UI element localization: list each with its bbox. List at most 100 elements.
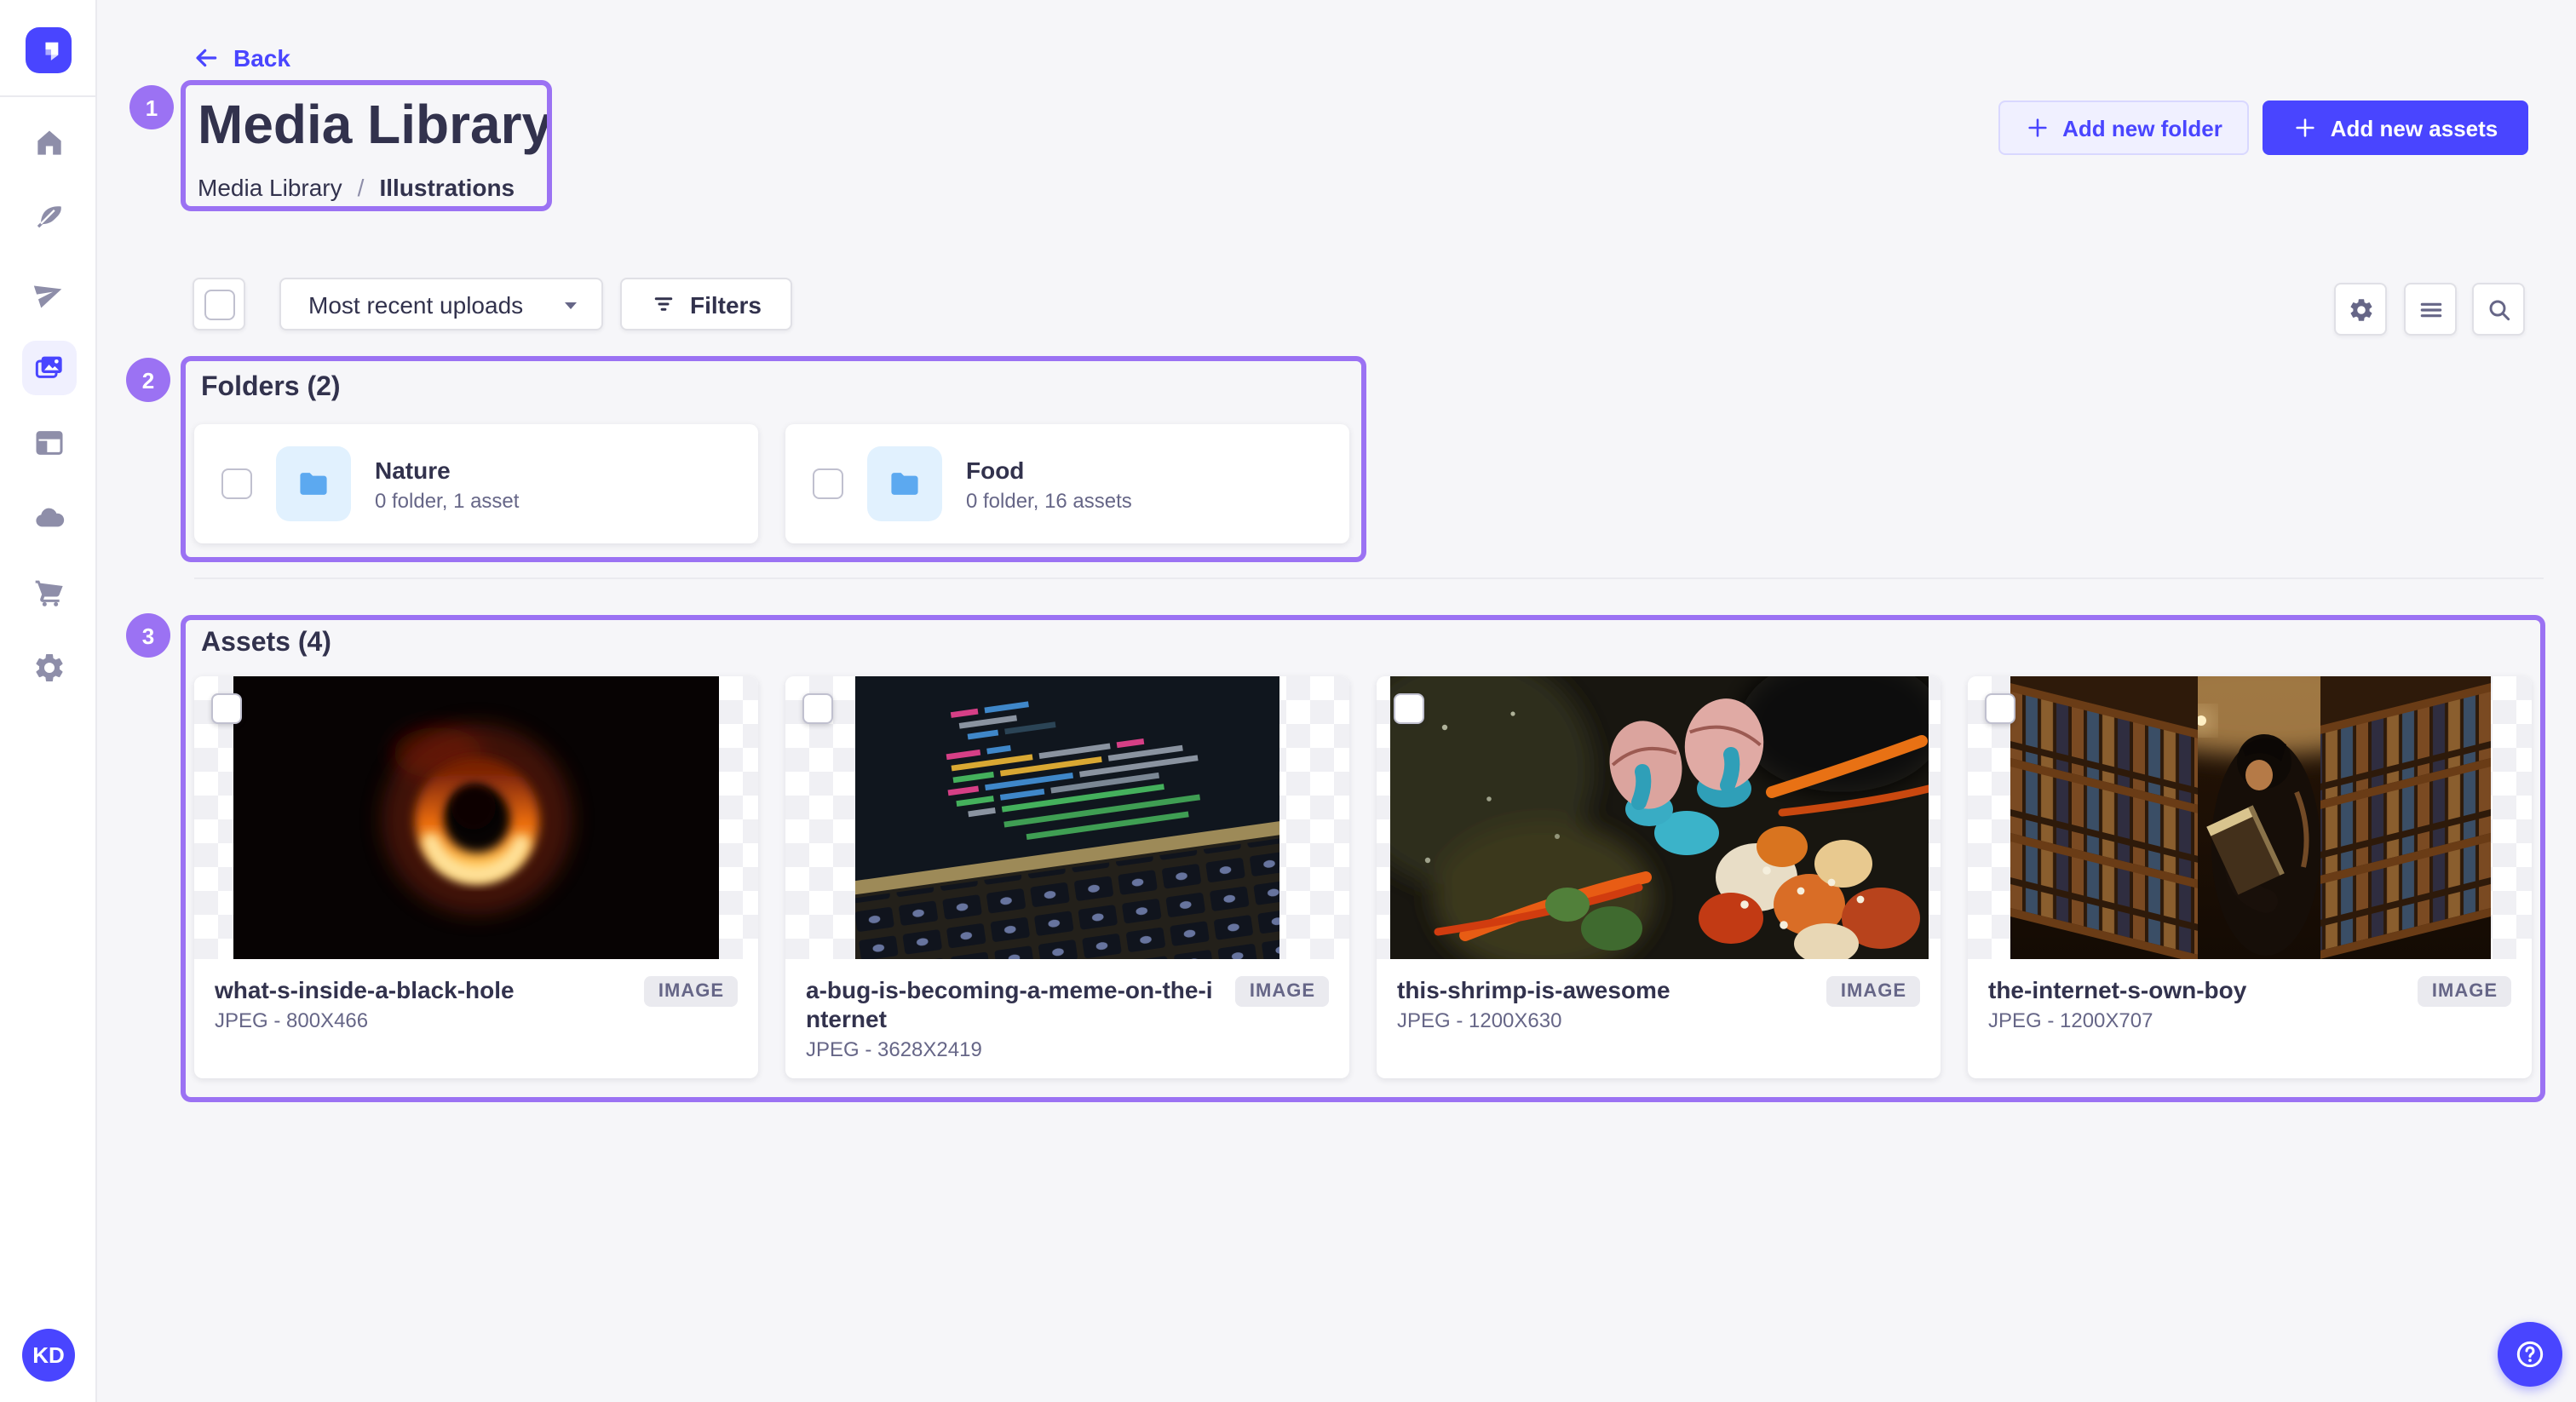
annotation-step-1: 1 (129, 85, 174, 129)
breadcrumb-parent[interactable]: Media Library (198, 174, 342, 201)
folder-meta: 0 folder, 1 asset (375, 488, 519, 512)
cart-icon (32, 576, 66, 610)
gear-icon (2347, 296, 2374, 323)
paper-plane-icon (32, 276, 66, 310)
sidebar-item-settings[interactable] (21, 641, 76, 695)
sidebar-item-content-type-builder[interactable] (21, 416, 76, 470)
asset-name: a-bug-is-becoming-a-meme-on-the-internet (806, 976, 1222, 1034)
asset-checkbox[interactable] (1985, 693, 2015, 724)
asset-checkbox[interactable] (802, 693, 833, 724)
mantis-shrimp-photo (1389, 676, 1928, 959)
filter-icon (651, 291, 676, 317)
folder-tile (276, 446, 351, 521)
folder-name: Nature (375, 456, 519, 483)
media-library-icon (32, 351, 66, 385)
asset-checkbox[interactable] (211, 693, 242, 724)
sidebar-item-releases[interactable] (21, 266, 76, 320)
folder-checkbox[interactable] (221, 468, 252, 499)
sidebar: KD (0, 0, 97, 1402)
folder-meta: 0 folder, 16 assets (966, 488, 1132, 512)
asset-thumbnail-laptop-code (785, 676, 1349, 959)
add-new-assets-label: Add new assets (2331, 115, 2498, 141)
back-label: Back (233, 44, 290, 72)
asset-type-badge: IMAGE (2418, 976, 2511, 1007)
asset-meta: JPEG - 1200X707 (1988, 1008, 2246, 1032)
search-icon (2485, 296, 2512, 323)
asset-thumbnail-library-portrait (1968, 676, 2532, 959)
gear-icon (32, 651, 66, 685)
search-button[interactable] (2472, 283, 2525, 336)
sort-dropdown[interactable]: Most recent uploads (279, 278, 603, 330)
asset-thumbnail-black-hole (194, 676, 758, 959)
breadcrumb: Media Library / Illustrations (198, 174, 515, 201)
select-all-checkbox[interactable] (204, 289, 234, 319)
list-icon (2417, 296, 2444, 323)
sidebar-item-deploy[interactable] (21, 491, 76, 545)
strapi-logo-glyph (34, 36, 63, 65)
folder-checkbox[interactable] (813, 468, 843, 499)
sidebar-nav (0, 116, 97, 695)
laptop-code-photo (855, 676, 1279, 959)
asset-name: what-s-inside-a-black-hole (215, 976, 515, 1005)
back-arrow-icon (193, 44, 220, 72)
sidebar-item-home[interactable] (21, 116, 76, 170)
user-avatar[interactable]: KD (22, 1329, 75, 1382)
asset-checkbox[interactable] (1394, 693, 1424, 724)
asset-name: the-internet-s-own-boy (1988, 976, 2246, 1005)
folder-icon (295, 465, 332, 503)
add-new-folder-label: Add new folder (2062, 115, 2222, 141)
strapi-logo[interactable] (26, 27, 72, 73)
asset-meta: JPEG - 3628X2419 (806, 1037, 1222, 1061)
folders-heading: Folders (2) (201, 373, 341, 404)
asset-card[interactable]: this-shrimp-is-awesome JPEG - 1200X630 I… (1377, 676, 1941, 1078)
asset-type-badge: IMAGE (1827, 976, 1920, 1007)
library-portrait-photo (2010, 676, 2490, 959)
sidebar-divider (0, 95, 97, 97)
plus-icon (2293, 116, 2317, 140)
page-title: Media Library (198, 90, 552, 158)
assets-heading: Assets (4) (201, 629, 331, 659)
sidebar-item-media-library[interactable] (21, 341, 76, 395)
list-view-button[interactable] (2404, 283, 2457, 336)
asset-type-badge: IMAGE (645, 976, 738, 1007)
asset-meta: JPEG - 1200X630 (1397, 1008, 1670, 1032)
help-button[interactable] (2498, 1322, 2562, 1387)
folder-card-nature[interactable]: Nature 0 folder, 1 asset (194, 424, 758, 543)
feather-icon (32, 201, 66, 235)
annotation-step-3: 3 (126, 613, 170, 658)
black-hole-photo (233, 676, 719, 959)
chevron-down-icon (561, 294, 581, 314)
main-content: Back Media Library Media Library / Illus… (97, 0, 2576, 1402)
breadcrumb-current: Illustrations (379, 174, 515, 201)
layout-icon (32, 426, 66, 460)
breadcrumb-separator: / (358, 174, 365, 201)
add-new-assets-button[interactable]: Add new assets (2263, 101, 2528, 155)
folder-tile (867, 446, 942, 521)
annotation-step-2: 2 (126, 358, 170, 402)
section-divider (194, 577, 2544, 579)
folder-icon (886, 465, 923, 503)
home-icon (32, 126, 66, 160)
back-link[interactable]: Back (193, 44, 290, 72)
select-all-button[interactable] (193, 278, 245, 330)
filters-button[interactable]: Filters (620, 278, 792, 330)
asset-meta: JPEG - 800X466 (215, 1008, 515, 1032)
asset-card[interactable]: the-internet-s-own-boy JPEG - 1200X707 I… (1968, 676, 2532, 1078)
cloud-icon (32, 501, 66, 535)
folder-card-food[interactable]: Food 0 folder, 16 assets (785, 424, 1349, 543)
asset-name: this-shrimp-is-awesome (1397, 976, 1670, 1005)
plus-icon (2025, 116, 2049, 140)
add-new-folder-button[interactable]: Add new folder (1998, 101, 2249, 155)
asset-type-badge: IMAGE (1236, 976, 1329, 1007)
asset-card[interactable]: a-bug-is-becoming-a-meme-on-the-internet… (785, 676, 1349, 1078)
sort-value: Most recent uploads (308, 290, 523, 318)
sidebar-item-marketplace[interactable] (21, 566, 76, 620)
strapi-media-library-screen: KD Back Media Library Media Library / Il… (0, 0, 2576, 1402)
asset-card[interactable]: what-s-inside-a-black-hole JPEG - 800X46… (194, 676, 758, 1078)
view-settings-button[interactable] (2334, 283, 2387, 336)
question-mark-icon (2513, 1337, 2547, 1371)
folder-name: Food (966, 456, 1132, 483)
filters-label: Filters (690, 290, 762, 318)
sidebar-item-content[interactable] (21, 191, 76, 245)
asset-thumbnail-mantis-shrimp (1377, 676, 1941, 959)
